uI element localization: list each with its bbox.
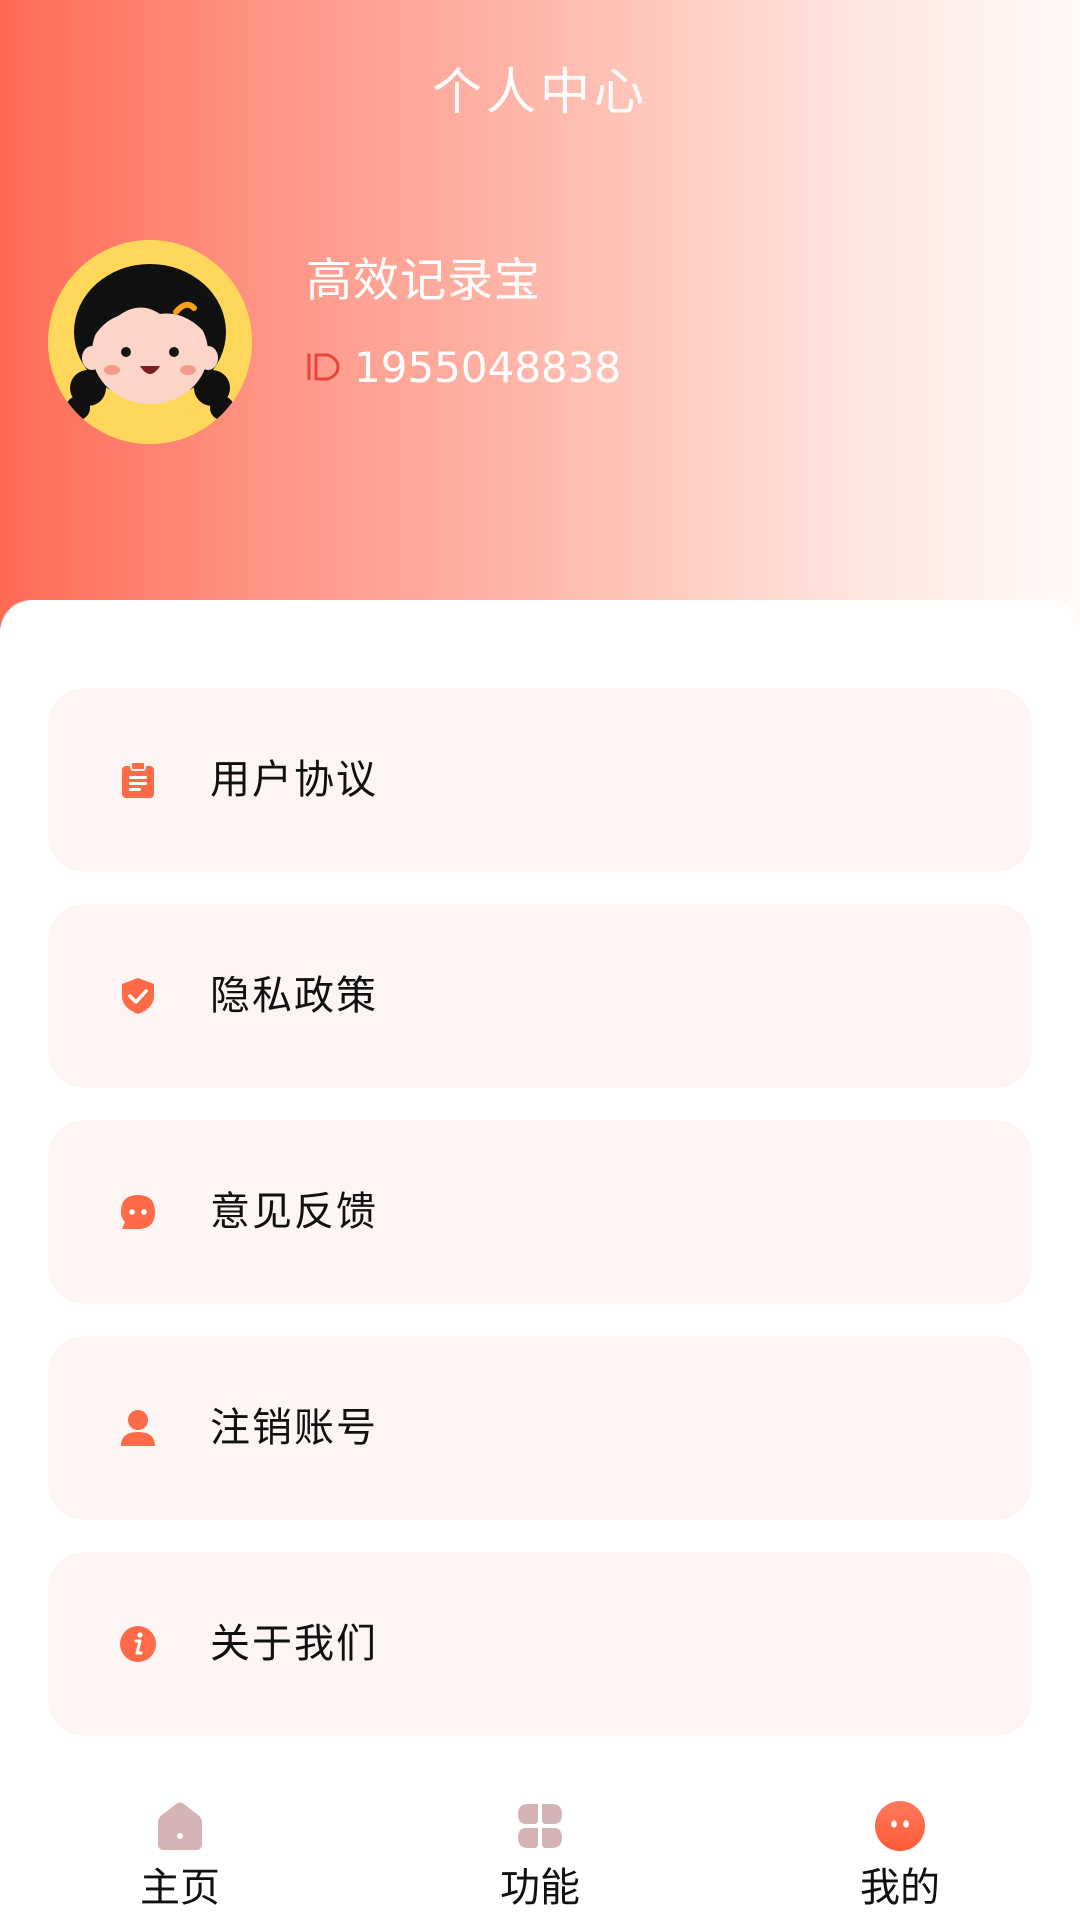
- user-id-value: 1955048838: [354, 342, 622, 392]
- menu-item-privacy-policy[interactable]: 隐私政策: [48, 904, 1032, 1088]
- menu-item-label: 隐私政策: [210, 973, 378, 1019]
- tab-label: 我的: [860, 1865, 940, 1911]
- menu-item-label: 意见反馈: [210, 1189, 378, 1235]
- shield-check-icon: [118, 976, 158, 1016]
- profile-face-icon: [874, 1800, 926, 1852]
- menu-item-about-us[interactable]: 关于我们: [48, 1552, 1032, 1736]
- user-name: 高效记录宝: [306, 253, 541, 307]
- tab-label: 功能: [500, 1865, 580, 1911]
- chat-bubble-icon: [118, 1192, 158, 1232]
- home-icon: [154, 1800, 206, 1852]
- menu-item-label: 用户协议: [210, 757, 378, 803]
- tab-mine[interactable]: 我的: [800, 1780, 1000, 1920]
- info-icon: [118, 1624, 158, 1664]
- cartoon-girl-avatar-icon: [48, 240, 252, 444]
- tab-home[interactable]: 主页: [80, 1780, 280, 1920]
- menu-item-user-agreement[interactable]: 用户协议: [48, 688, 1032, 872]
- tab-functions[interactable]: 功能: [440, 1780, 640, 1920]
- menu-item-feedback[interactable]: 意见反馈: [48, 1120, 1032, 1304]
- menu-sheet: 用户协议 隐私政策 意见反馈 注销账号 关于我们: [0, 600, 1080, 1920]
- id-card-icon: [306, 351, 342, 383]
- profile-page: 个人中心 高效记录宝 1955048838 用户协议 隐私政策 意见反馈 注销账…: [0, 0, 1080, 1920]
- profile-header: 个人中心 高效记录宝 1955048838: [0, 0, 1080, 640]
- tab-label: 主页: [140, 1865, 220, 1911]
- menu-item-delete-account[interactable]: 注销账号: [48, 1336, 1032, 1520]
- menu-item-label: 注销账号: [210, 1405, 378, 1451]
- page-title: 个人中心: [432, 63, 648, 121]
- avatar[interactable]: [48, 240, 252, 444]
- grid-icon: [514, 1800, 566, 1852]
- menu-item-label: 关于我们: [210, 1621, 378, 1667]
- user-id-row: 1955048838: [306, 342, 621, 392]
- user-icon: [118, 1408, 158, 1448]
- clipboard-icon: [118, 760, 158, 800]
- bottom-tab-bar: 主页 功能 我的: [0, 1780, 1080, 1920]
